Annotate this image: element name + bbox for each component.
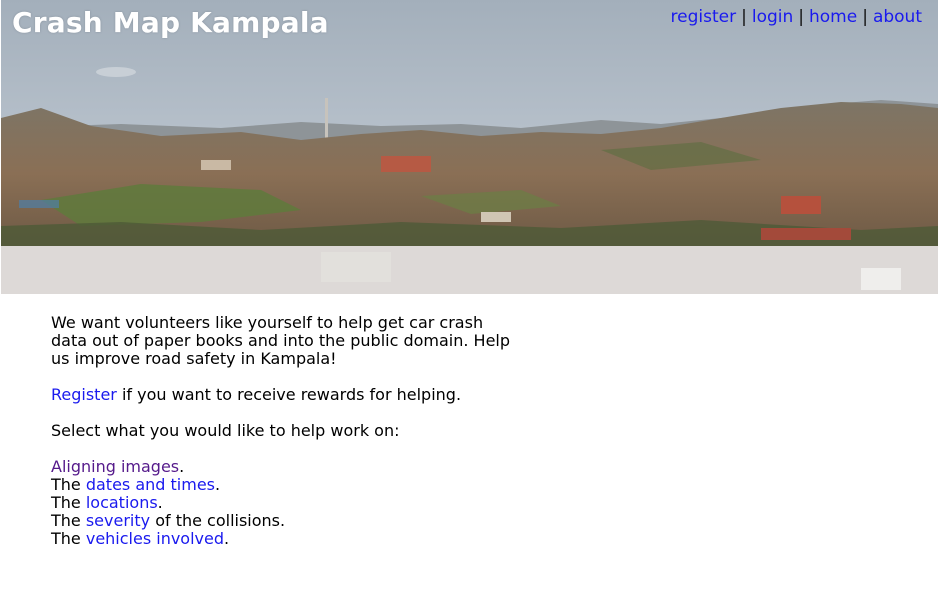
severity-link[interactable]: severity	[86, 511, 150, 530]
vehicles-involved-link[interactable]: vehicles involved	[86, 529, 224, 548]
nav-about-link[interactable]: about	[873, 7, 922, 27]
nav-separator: |	[862, 7, 868, 27]
task-item-severity: The severity of the collisions.	[51, 511, 286, 530]
select-prompt: Select what you would like to help work …	[51, 421, 400, 440]
task-item-locations: The locations.	[51, 493, 163, 512]
intro-text: We want volunteers like yourself to help…	[51, 313, 511, 368]
task-item-vehicles-involved: The vehicles involved.	[51, 529, 230, 548]
nav-register-link[interactable]: register	[671, 7, 737, 27]
header-banner: Crash Map Kampala	[1, 0, 938, 294]
main-content: We want volunteers like yourself to help…	[51, 314, 521, 548]
aligning-images-link[interactable]: Aligning images	[51, 457, 179, 476]
nav-home-link[interactable]: home	[809, 7, 857, 27]
register-link[interactable]: Register	[51, 385, 117, 404]
site-title: Crash Map Kampala	[12, 6, 329, 39]
nav-separator: |	[741, 7, 747, 27]
nav-login-link[interactable]: login	[752, 7, 793, 27]
top-nav: register | login | home | about	[671, 7, 922, 27]
register-text: if you want to receive rewards for helpi…	[116, 385, 462, 404]
nav-separator: |	[798, 7, 804, 27]
kampala-cityscape-image	[1, 0, 938, 294]
task-list: Aligning images. The dates and times. Th…	[51, 458, 521, 548]
task-item-dates-and-times: The dates and times.	[51, 475, 221, 494]
dates-and-times-link[interactable]: dates and times	[86, 475, 215, 494]
locations-link[interactable]: locations	[86, 493, 158, 512]
register-paragraph: Register if you want to receive rewards …	[51, 386, 521, 404]
task-item-aligning-images: Aligning images.	[51, 457, 185, 476]
